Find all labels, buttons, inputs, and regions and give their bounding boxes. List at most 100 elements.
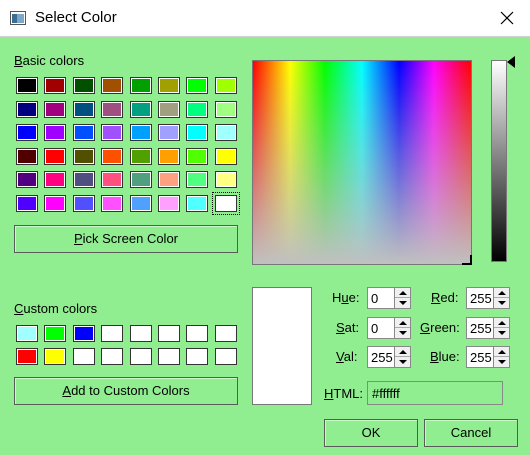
basic-color-swatch[interactable] bbox=[214, 100, 237, 118]
basic-color-swatch[interactable] bbox=[72, 147, 95, 165]
custom-color-swatch[interactable] bbox=[129, 325, 152, 342]
basic-color-swatch[interactable] bbox=[186, 195, 209, 212]
val-spinbox[interactable]: 255 bbox=[367, 346, 411, 368]
custom-color-swatch[interactable] bbox=[186, 348, 209, 365]
green-down-button[interactable] bbox=[494, 328, 509, 338]
html-hex-input[interactable]: #ffffff bbox=[367, 381, 503, 405]
custom-color-swatch[interactable] bbox=[214, 325, 237, 342]
green-spinbox[interactable]: 255 bbox=[466, 317, 510, 339]
basic-color-swatch[interactable] bbox=[186, 124, 209, 142]
custom-color-swatch[interactable] bbox=[16, 348, 38, 365]
basic-color-swatch[interactable] bbox=[101, 77, 124, 94]
basic-colors-label: Basic colors bbox=[14, 53, 85, 68]
basic-color-swatch[interactable] bbox=[214, 77, 237, 94]
basic-color-swatch[interactable] bbox=[16, 77, 38, 94]
custom-color-swatch[interactable] bbox=[16, 325, 38, 342]
custom-color-swatch[interactable] bbox=[158, 348, 180, 365]
basic-color-swatch[interactable] bbox=[44, 77, 67, 94]
basic-color-swatch[interactable] bbox=[72, 124, 95, 142]
custom-color-swatch[interactable] bbox=[158, 325, 180, 342]
hue-value[interactable]: 0 bbox=[371, 291, 378, 306]
basic-color-swatch[interactable] bbox=[44, 124, 67, 142]
close-button[interactable] bbox=[484, 0, 530, 37]
basic-color-swatch[interactable] bbox=[158, 100, 180, 118]
basic-color-swatch[interactable] bbox=[44, 195, 67, 212]
red-value[interactable]: 255 bbox=[470, 291, 492, 306]
color-spectrum[interactable] bbox=[252, 60, 472, 265]
green-value[interactable]: 255 bbox=[470, 321, 492, 336]
custom-color-swatch[interactable] bbox=[72, 348, 95, 365]
red-up-button[interactable] bbox=[494, 288, 509, 298]
val-value[interactable]: 255 bbox=[371, 350, 393, 365]
basic-color-swatch[interactable] bbox=[186, 100, 209, 118]
basic-color-swatch[interactable] bbox=[211, 192, 240, 215]
basic-color-swatch[interactable] bbox=[44, 147, 67, 165]
basic-color-swatch[interactable] bbox=[129, 100, 152, 118]
luminance-slider[interactable] bbox=[491, 60, 507, 262]
basic-color-swatch[interactable] bbox=[72, 171, 95, 189]
custom-color-swatch[interactable] bbox=[129, 348, 152, 365]
basic-color-swatch[interactable] bbox=[129, 77, 152, 94]
basic-color-swatch[interactable] bbox=[158, 124, 180, 142]
basic-color-swatch[interactable] bbox=[214, 171, 237, 189]
basic-color-swatch[interactable] bbox=[129, 124, 152, 142]
basic-color-swatch[interactable] bbox=[158, 147, 180, 165]
green-up-button[interactable] bbox=[494, 318, 509, 328]
blue-spinbox[interactable]: 255 bbox=[466, 346, 510, 368]
basic-color-swatch[interactable] bbox=[101, 124, 124, 142]
red-down-button[interactable] bbox=[494, 298, 509, 308]
basic-color-swatch[interactable] bbox=[101, 171, 124, 189]
basic-color-swatch[interactable] bbox=[101, 147, 124, 165]
basic-color-swatch[interactable] bbox=[72, 77, 95, 94]
custom-color-swatch[interactable] bbox=[44, 325, 67, 342]
basic-color-swatch[interactable] bbox=[72, 195, 95, 212]
custom-color-swatch[interactable] bbox=[44, 348, 67, 365]
blue-up-button[interactable] bbox=[494, 347, 509, 357]
basic-color-swatch[interactable] bbox=[214, 124, 237, 142]
basic-color-swatch[interactable] bbox=[16, 124, 38, 142]
pick-screen-color-button[interactable]: Pick Screen Color bbox=[14, 225, 238, 253]
basic-color-swatch[interactable] bbox=[158, 171, 180, 189]
custom-color-swatch[interactable] bbox=[186, 325, 209, 342]
val-down-button[interactable] bbox=[395, 357, 410, 367]
basic-color-swatch[interactable] bbox=[186, 147, 209, 165]
hue-down-button[interactable] bbox=[395, 298, 410, 308]
basic-color-swatch[interactable] bbox=[16, 171, 38, 189]
sat-spinbox[interactable]: 0 bbox=[367, 317, 411, 339]
red-spinbox[interactable]: 255 bbox=[466, 287, 510, 309]
basic-color-swatch[interactable] bbox=[16, 195, 38, 212]
basic-color-swatch[interactable] bbox=[186, 77, 209, 94]
basic-color-swatch[interactable] bbox=[158, 77, 180, 94]
add-to-custom-colors-button[interactable]: Add to Custom Colors bbox=[14, 377, 238, 405]
hue-up-button[interactable] bbox=[395, 288, 410, 298]
hue-spinbox[interactable]: 0 bbox=[367, 287, 411, 309]
cancel-button[interactable]: Cancel bbox=[424, 419, 518, 447]
basic-color-swatch[interactable] bbox=[101, 195, 124, 212]
basic-color-swatch[interactable] bbox=[158, 195, 180, 212]
basic-color-swatch[interactable] bbox=[129, 171, 152, 189]
ok-button[interactable]: OK bbox=[324, 419, 418, 447]
custom-color-swatch[interactable] bbox=[214, 348, 237, 365]
html-hex-value[interactable]: #ffffff bbox=[372, 386, 400, 401]
blue-down-button[interactable] bbox=[494, 357, 509, 367]
custom-color-swatch[interactable] bbox=[101, 348, 124, 365]
custom-color-swatch[interactable] bbox=[101, 325, 124, 342]
blue-value[interactable]: 255 bbox=[470, 350, 492, 365]
basic-color-swatch[interactable] bbox=[129, 195, 152, 212]
basic-color-swatch[interactable] bbox=[186, 171, 209, 189]
basic-color-swatch[interactable] bbox=[44, 100, 67, 118]
basic-color-swatch[interactable] bbox=[16, 147, 38, 165]
sat-value[interactable]: 0 bbox=[371, 321, 378, 336]
luminance-arrow-icon[interactable] bbox=[507, 56, 515, 68]
basic-color-swatch[interactable] bbox=[101, 100, 124, 118]
sat-down-button[interactable] bbox=[395, 328, 410, 338]
sat-up-button[interactable] bbox=[395, 318, 410, 328]
basic-color-swatch[interactable] bbox=[16, 100, 38, 118]
val-up-button[interactable] bbox=[395, 347, 410, 357]
basic-color-swatch[interactable] bbox=[44, 171, 67, 189]
custom-color-swatch[interactable] bbox=[72, 325, 95, 342]
basic-color-swatch[interactable] bbox=[214, 147, 237, 165]
basic-color-swatch[interactable] bbox=[72, 100, 95, 118]
basic-color-swatch[interactable] bbox=[129, 147, 152, 165]
window-title: Select Color bbox=[35, 9, 117, 26]
